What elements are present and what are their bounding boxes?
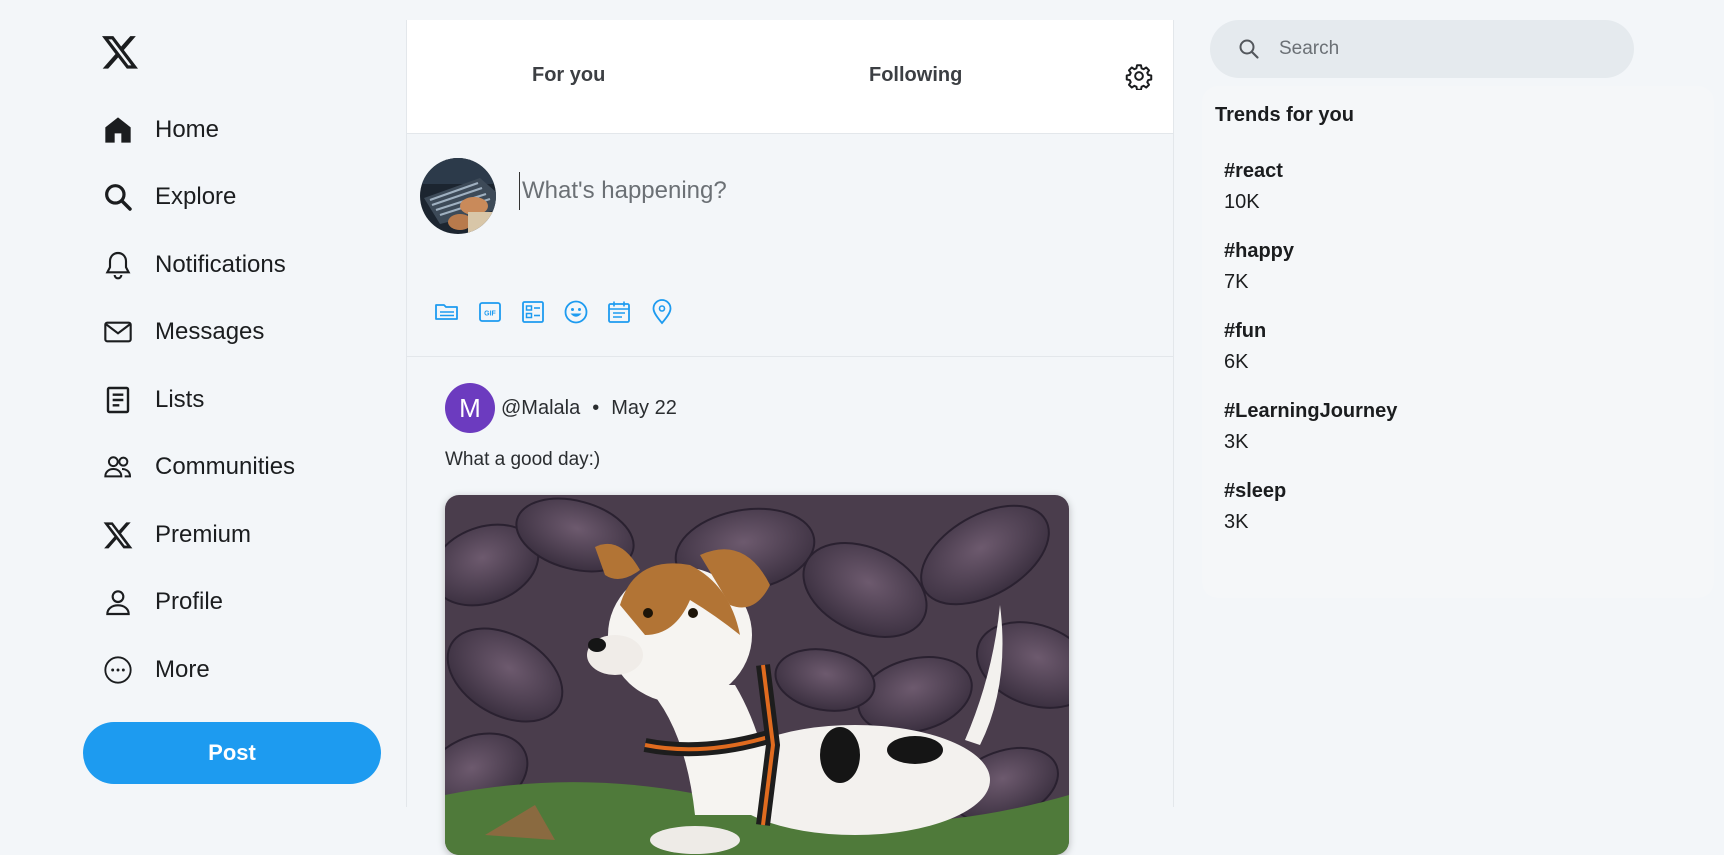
x-logo-icon[interactable] <box>100 32 140 72</box>
search-icon <box>1239 39 1259 59</box>
nav-label: Communities <box>155 453 296 481</box>
compose-toolbar: GIF <box>433 298 691 326</box>
bell-icon <box>100 247 136 283</box>
trends-panel: Trends for you #react 10K #happy 7K #fun… <box>1202 86 1714 598</box>
trend-count: 10K <box>1224 191 1260 213</box>
svg-text:GIF: GIF <box>484 311 496 318</box>
x-logo-icon <box>100 517 136 553</box>
tab-for-you[interactable]: For you <box>532 64 605 87</box>
user-avatar[interactable] <box>420 158 496 234</box>
trend-item[interactable]: #LearningJourney 3K <box>1224 400 1397 454</box>
nav-explore[interactable]: Explore <box>100 164 295 232</box>
tweet-text: What a good day:) <box>445 449 601 470</box>
tweet-header: M @Malala • May 22 <box>445 383 677 433</box>
trend-tag: #happy <box>1224 240 1295 262</box>
meta-separator: • <box>592 396 600 419</box>
search-input[interactable] <box>1277 37 1611 61</box>
feed-tabs: For you Following <box>407 20 1173 134</box>
author-handle[interactable]: @Malala <box>501 397 580 419</box>
trend-count: 3K <box>1224 511 1249 533</box>
compose-box: GIF <box>407 134 1173 357</box>
gif-icon[interactable]: GIF <box>476 298 504 326</box>
post-button[interactable]: Post <box>83 722 381 784</box>
poll-icon[interactable] <box>519 298 547 326</box>
nav-communities[interactable]: Communities <box>100 434 295 502</box>
nav-notifications[interactable]: Notifications <box>100 231 295 299</box>
envelope-icon <box>100 314 136 350</box>
trends-title: Trends for you <box>1215 104 1354 126</box>
left-sidebar: Home Explore Notifications Messages List… <box>0 0 406 807</box>
nav-label: Home <box>155 115 220 143</box>
nav-home[interactable]: Home <box>100 96 295 164</box>
tab-following[interactable]: Following <box>869 64 962 87</box>
nav-label: Explore <box>155 183 237 211</box>
settings-gear-icon[interactable] <box>1125 62 1153 91</box>
trend-tag: #LearningJourney <box>1224 400 1398 422</box>
nav-label: Messages <box>155 318 265 346</box>
person-icon <box>100 584 136 620</box>
nav-profile[interactable]: Profile <box>100 569 295 637</box>
list-icon <box>100 382 136 418</box>
trend-tag: #sleep <box>1224 480 1287 502</box>
trend-tag: #react <box>1224 160 1283 182</box>
tweet-meta: @Malala • May 22 <box>501 397 677 420</box>
tweet-date: May 22 <box>611 396 677 419</box>
search-bar[interactable] <box>1210 20 1634 78</box>
main-feed: For you Following What's happening? GIF … <box>406 20 1174 855</box>
nav-label: Premium <box>155 520 252 548</box>
home-icon <box>100 112 136 148</box>
trend-tag: #fun <box>1224 320 1267 342</box>
trend-item[interactable]: #react 10K <box>1224 160 1283 214</box>
main-nav: Home Explore Notifications Messages List… <box>100 96 295 704</box>
tweet-image[interactable] <box>445 495 1069 855</box>
nav-label: Notifications <box>155 250 286 278</box>
location-icon[interactable] <box>648 298 676 326</box>
nav-label: Profile <box>155 588 224 616</box>
media-icon[interactable] <box>433 298 461 326</box>
nav-more[interactable]: More <box>100 636 295 704</box>
compose-input[interactable] <box>519 172 1084 210</box>
more-circle-icon <box>100 652 136 688</box>
nav-label: Lists <box>155 385 205 413</box>
nav-label: More <box>155 655 210 683</box>
nav-premium[interactable]: Premium <box>100 501 295 569</box>
trend-item[interactable]: #fun 6K <box>1224 320 1266 374</box>
emoji-icon[interactable] <box>562 298 590 326</box>
trend-count: 6K <box>1224 351 1249 373</box>
search-icon <box>100 179 136 215</box>
nav-lists[interactable]: Lists <box>100 366 295 434</box>
author-avatar[interactable]: M <box>445 383 495 433</box>
people-icon <box>100 449 136 485</box>
trend-item[interactable]: #happy 7K <box>1224 240 1294 294</box>
nav-messages[interactable]: Messages <box>100 299 295 367</box>
trend-count: 7K <box>1224 271 1249 293</box>
schedule-icon[interactable] <box>605 298 633 326</box>
trend-item[interactable]: #sleep 3K <box>1224 480 1286 534</box>
trend-count: 3K <box>1224 431 1249 453</box>
